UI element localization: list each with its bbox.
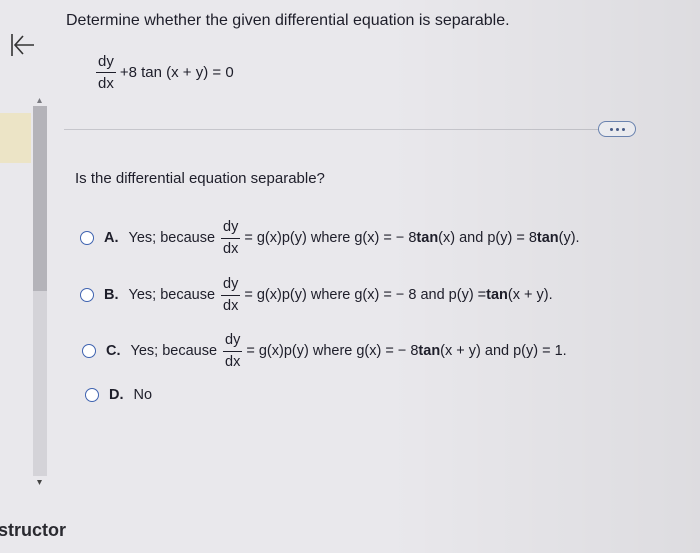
option-text: Yes; because [128,287,216,303]
question-scrollbar[interactable] [31,96,48,491]
option-letter: C. [106,343,121,359]
option-d[interactable]: D. No [85,387,152,403]
radio-button-a[interactable] [80,231,94,245]
option-text: (x + y). [507,287,553,303]
radio-button-d[interactable] [85,388,99,402]
option-letter: B. [104,287,119,303]
fraction-numerator: dy [221,220,241,239]
fraction-numerator: dy [221,277,241,296]
fraction-denominator: dx [98,75,114,92]
instructor-label: structor [0,520,67,540]
option-text-bold: tan [418,343,441,359]
option-text: Yes; because [128,230,216,246]
option-letter: A. [104,230,119,246]
option-text: No [133,387,153,403]
option-text: (x) and p(y) = 8 [438,230,537,246]
radio-button-b[interactable] [80,288,94,302]
option-fraction: dy dx [221,220,241,257]
question-prompt: Is the differential equation separable? [75,170,325,187]
radio-button-c[interactable] [82,344,96,358]
equation-remainder: +8 tan (x + y) = 0 [119,64,234,81]
fraction-numerator: dy [223,333,243,352]
option-text: = g(x)p(y) where g(x) = − 8 and p(y) = [244,287,487,303]
option-fraction: dy dx [221,277,241,314]
scrollbar-thumb[interactable] [33,106,47,291]
section-divider [64,129,600,130]
option-c[interactable]: C. Yes; because dy dx = g(x)p(y) where g… [82,333,567,369]
sidebar-accent [0,113,31,163]
fraction-numerator: dy [96,54,116,73]
scroll-down-arrow-icon[interactable] [31,476,48,488]
given-equation: dy dx +8 tan (x + y) = 0 [96,54,234,91]
back-to-start-icon[interactable] [4,30,38,60]
option-letter: D. [109,387,124,403]
option-text: Yes; because [130,343,218,359]
option-text-bold: tan [536,230,559,246]
more-options-icon[interactable] [598,121,636,137]
option-text-bold: tan [416,230,439,246]
fraction-denominator: dx [223,240,239,257]
option-text-bold: tan [486,287,508,303]
option-fraction: dy dx [223,333,243,370]
option-text: (x + y) and p(y) = 1. [440,343,567,359]
derivative-fraction: dy dx [96,54,116,91]
fraction-denominator: dx [223,297,239,314]
option-text: = g(x)p(y) where g(x) = − 8 [244,230,417,246]
option-text: (y). [558,230,580,246]
question-title: Determine whether the given differential… [66,12,510,29]
fraction-denominator: dx [225,353,241,370]
option-a[interactable]: A. Yes; because dy dx = g(x)p(y) where g… [80,220,580,256]
option-text: = g(x)p(y) where g(x) = − 8 [246,343,419,359]
option-b[interactable]: B. Yes; because dy dx = g(x)p(y) where g… [80,277,553,313]
